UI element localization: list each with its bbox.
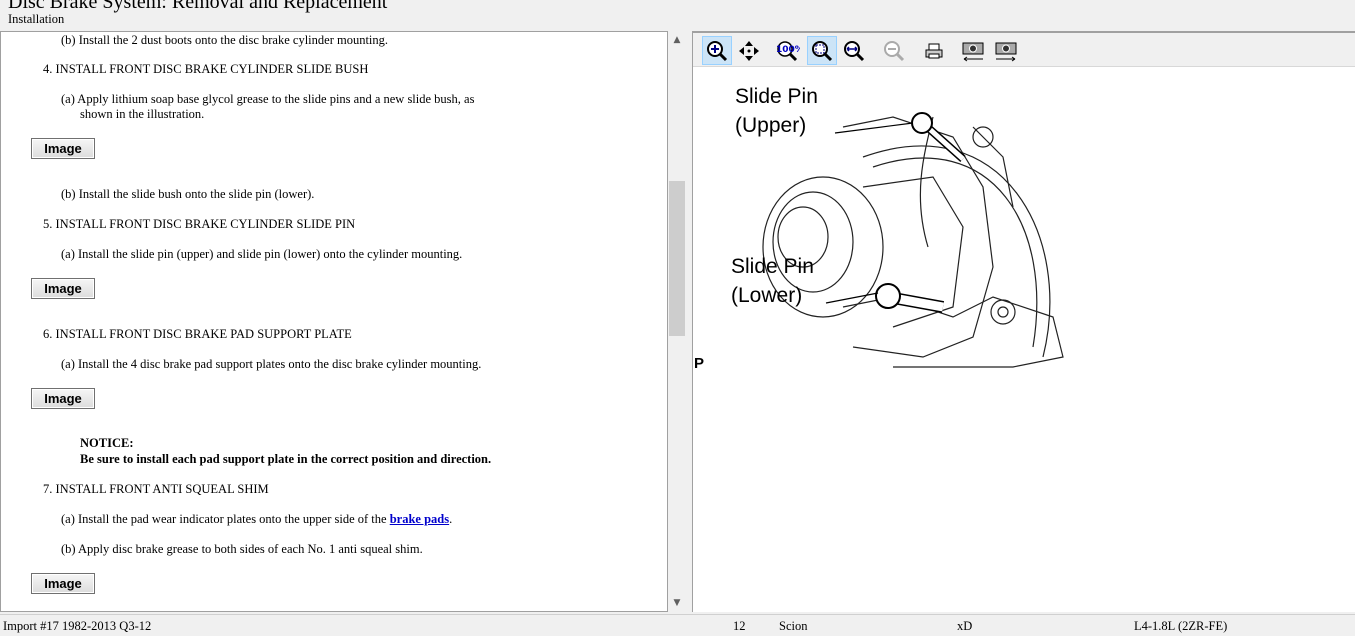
zoom-100-icon: 100%: [776, 40, 800, 61]
leader-line-upper: [834, 122, 914, 134]
scroll-up-arrow-icon[interactable]: ▲: [668, 31, 686, 49]
label-text: (Lower): [731, 284, 803, 307]
label-text: Slide Pin: [735, 85, 818, 108]
step-text-pre: (a) Install the pad wear indicator plate…: [61, 512, 390, 526]
notice-title: NOTICE:: [80, 436, 134, 450]
zoom-fit-icon: [812, 40, 833, 61]
scrollbar-thumb[interactable]: [669, 181, 685, 336]
zoom-width-button[interactable]: [839, 36, 869, 65]
status-year: 12: [733, 619, 746, 633]
slide-pin-upper-icon: [911, 112, 966, 162]
section-title: Installation: [8, 12, 65, 26]
step-text: (a) Install the 4 disc brake pad support…: [61, 357, 482, 371]
svg-text:100%: 100%: [776, 45, 800, 55]
notice-text: Be sure to install each pad support plat…: [80, 452, 492, 466]
step-text: (b) Apply disc brake grease to both side…: [61, 542, 423, 556]
status-engine: L4-1.8L (2ZR-FE): [1134, 619, 1228, 633]
document-title: Disc Brake System: Removal and Replaceme…: [8, 0, 388, 13]
step-text: (a) Install the pad wear indicator plate…: [61, 512, 452, 527]
camera-back-icon: [962, 42, 984, 61]
step-heading: 7. INSTALL FRONT ANTI SQUEAL SHIM: [43, 482, 269, 496]
pan-icon: [739, 40, 759, 61]
image-viewer: 100% Sl: [692, 31, 1355, 612]
image-button[interactable]: Image: [31, 388, 95, 409]
vertical-scrollbar[interactable]: ▲ ▼: [668, 31, 686, 612]
procedure-pane: (b) Install the 2 dust boots onto the di…: [0, 31, 668, 612]
step-text: (b) Install the slide bush onto the slid…: [61, 187, 315, 201]
step-text: shown in the illustration.: [80, 107, 205, 121]
step-text: (a) Apply lithium soap base glycol greas…: [61, 92, 475, 106]
step-heading: 5. INSTALL FRONT DISC BRAKE CYLINDER SLI…: [43, 217, 356, 231]
scroll-down-arrow-icon[interactable]: ▼: [668, 594, 686, 612]
step-heading: 6. INSTALL FRONT DISC BRAKE PAD SUPPORT …: [43, 327, 352, 341]
step-text: (b) Install the 2 dust boots onto the di…: [61, 33, 389, 47]
zoom-out-button[interactable]: [879, 36, 909, 65]
image-toolbar: 100%: [693, 31, 1355, 67]
label-slide-pin-upper: Slide Pin (Upper): [735, 82, 818, 140]
label-slide-pin-lower: Slide Pin (Lower): [731, 252, 814, 310]
slide-pin-lower-icon: [875, 283, 945, 313]
next-image-button[interactable]: [991, 36, 1021, 65]
previous-image-button[interactable]: [958, 36, 988, 65]
zoom-width-icon: [844, 40, 865, 61]
status-import: Import #17 1982-2013 Q3-12: [3, 619, 152, 633]
step-text-post: .: [449, 512, 453, 526]
zoom-in-button[interactable]: [702, 36, 732, 65]
zoom-in-icon: [707, 40, 728, 61]
zoom-out-icon: [884, 40, 905, 61]
print-button[interactable]: [919, 36, 949, 65]
zoom-fit-button[interactable]: [807, 36, 837, 65]
image-button[interactable]: Image: [31, 573, 95, 594]
step-heading: 4. INSTALL FRONT DISC BRAKE CYLINDER SLI…: [43, 62, 369, 76]
illustration-marker: P: [694, 355, 705, 372]
status-make: Scion: [779, 619, 808, 633]
step-text: (a) Install the slide pin (upper) and sl…: [61, 247, 463, 261]
image-button[interactable]: Image: [31, 278, 95, 299]
zoom-100-button[interactable]: 100%: [772, 36, 802, 65]
label-text: Slide Pin: [731, 255, 814, 278]
status-model: xD: [957, 619, 973, 633]
image-button[interactable]: Image: [31, 138, 95, 159]
print-icon: [925, 43, 943, 58]
status-bar: Import #17 1982-2013 Q3-12 12 Scion xD L…: [0, 614, 1355, 636]
brake-pads-link[interactable]: brake pads: [390, 512, 449, 526]
label-text: (Upper): [735, 114, 807, 137]
camera-forward-icon: [995, 42, 1017, 61]
pan-button[interactable]: [734, 36, 764, 65]
